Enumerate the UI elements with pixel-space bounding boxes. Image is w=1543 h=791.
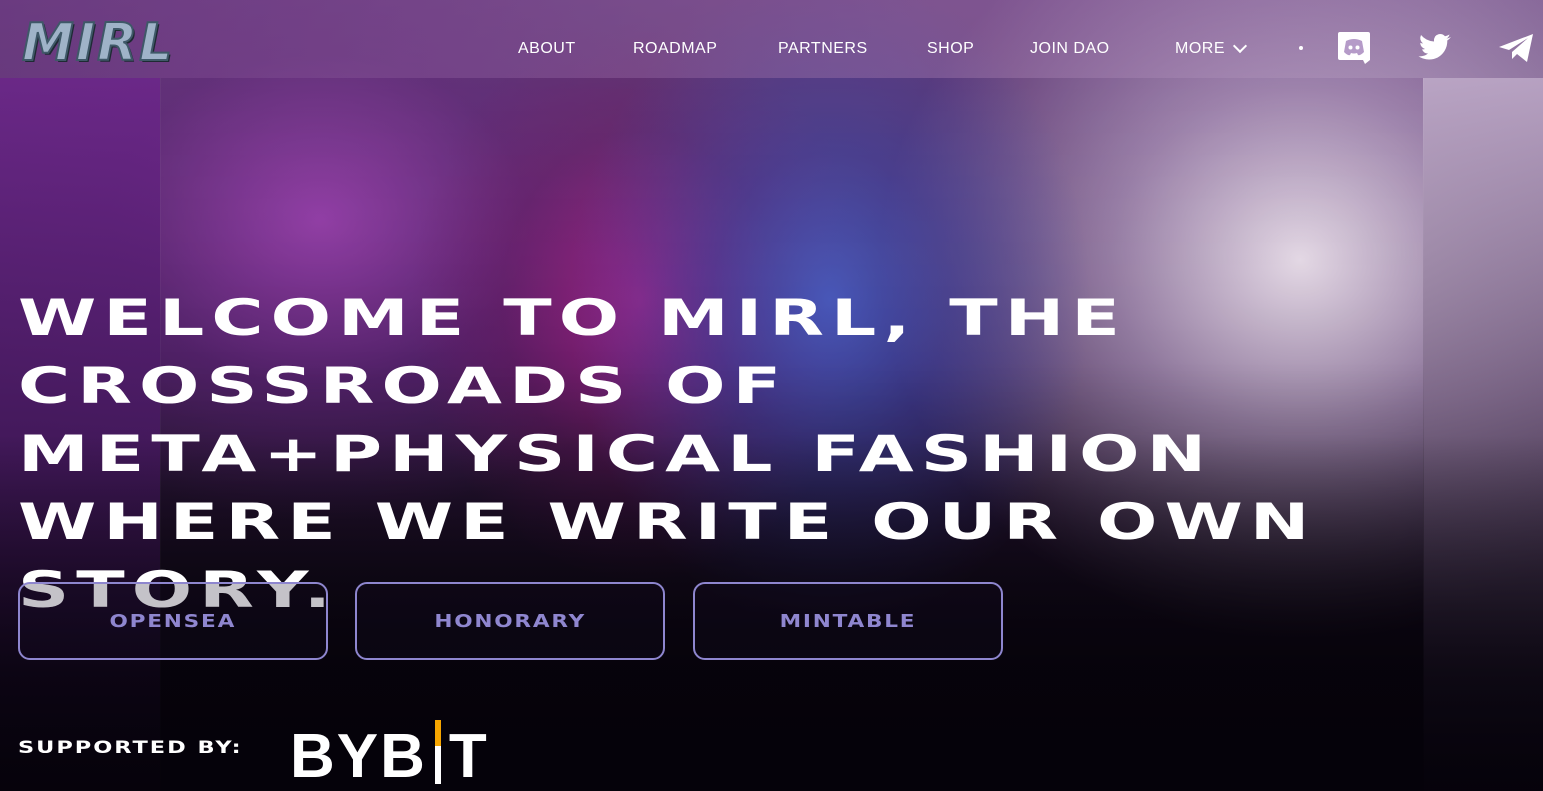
- mintable-button[interactable]: MINTABLE: [693, 582, 1003, 660]
- nav-more-label: MORE: [1175, 40, 1225, 57]
- nav-item-more[interactable]: MORE: [1175, 38, 1248, 58]
- page: MIRL ABOUT ROADMAP PARTNERS SHOP JOIN DA…: [0, 0, 1543, 791]
- nav-item-shop[interactable]: SHOP: [927, 40, 974, 58]
- telegram-icon[interactable]: [1497, 30, 1533, 66]
- bybit-logo[interactable]: BYB T: [290, 718, 489, 788]
- nav-item-join-dao[interactable]: JOIN DAO: [1030, 40, 1110, 58]
- hero-headline: WELCOME TO MIRL, THE CROSSROADS OF META+…: [18, 284, 1543, 624]
- bybit-i-bar: [434, 720, 441, 784]
- chevron-down-icon: [1232, 38, 1248, 54]
- discord-icon[interactable]: [1336, 30, 1372, 66]
- twitter-icon[interactable]: [1417, 30, 1453, 66]
- opensea-button[interactable]: OPENSEA: [18, 582, 328, 660]
- mintable-button-label: MINTABLE: [779, 610, 917, 632]
- nav-item-roadmap[interactable]: ROADMAP: [633, 40, 717, 58]
- bybit-logo-text-left: BYB: [290, 722, 427, 791]
- honorary-button-label: HONORARY: [434, 610, 586, 632]
- opensea-button-label: OPENSEA: [109, 610, 237, 632]
- bybit-logo-text-right: T: [448, 722, 489, 791]
- honorary-button[interactable]: HONORARY: [355, 582, 665, 660]
- logo[interactable]: MIRL: [21, 12, 192, 74]
- site-header: MIRL ABOUT ROADMAP PARTNERS SHOP JOIN DA…: [0, 0, 1543, 78]
- supported-by-label: SUPPORTED BY:: [18, 738, 243, 758]
- nav-item-about[interactable]: ABOUT: [518, 40, 576, 58]
- nav-separator-dot: [1299, 46, 1303, 50]
- hero-headline-text: WELCOME TO MIRL, THE CROSSROADS OF META+…: [18, 289, 1317, 619]
- logo-text: MIRL: [21, 12, 175, 74]
- nav-item-partners[interactable]: PARTNERS: [778, 40, 868, 58]
